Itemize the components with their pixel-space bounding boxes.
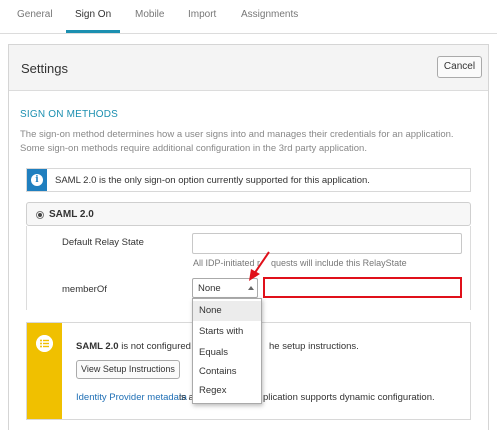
relay-state-hint: All IDP-initiated r quests will include t… bbox=[193, 258, 407, 268]
warning-bold-text: SAML 2.0 bbox=[76, 341, 119, 352]
saml-radio-button[interactable] bbox=[36, 211, 44, 219]
member-of-value-input[interactable] bbox=[263, 277, 462, 298]
member-of-dropdown-menu: None Starts with Equals Contains Regex bbox=[192, 298, 262, 404]
red-arrow-annotation bbox=[249, 251, 270, 281]
tab-general[interactable]: General bbox=[17, 9, 53, 20]
metadata-text-tail: plication supports dynamic configuration… bbox=[263, 392, 435, 403]
info-text: SAML 2.0 is the only sign-on option curr… bbox=[55, 175, 370, 186]
info-banner: i SAML 2.0 is the only sign-on option cu… bbox=[26, 168, 471, 192]
list-icon bbox=[36, 335, 53, 352]
tab-bar: General Sign On Mobile Import Assignment… bbox=[0, 0, 497, 34]
tab-sign-on[interactable]: Sign On bbox=[75, 9, 111, 20]
dropdown-option-none[interactable]: None bbox=[193, 301, 261, 321]
section-title: SIGN ON METHODS bbox=[20, 109, 119, 120]
tab-assignments[interactable]: Assignments bbox=[241, 9, 298, 20]
panel-header: Settings Cancel bbox=[9, 45, 488, 91]
info-icon-bar: i bbox=[27, 169, 47, 191]
saml-method-label: SAML 2.0 bbox=[49, 209, 94, 220]
tab-mobile[interactable]: Mobile bbox=[135, 9, 164, 20]
relay-hint-part-b: quests will include this RelayState bbox=[271, 258, 407, 268]
dropdown-option-starts-with[interactable]: Starts with bbox=[193, 322, 261, 342]
caret-up-icon bbox=[248, 286, 254, 290]
section-description: The sign-on method determines how a user… bbox=[20, 129, 454, 154]
member-of-selected-value: None bbox=[198, 283, 221, 294]
cancel-button[interactable]: Cancel bbox=[437, 56, 482, 78]
warning-icon-bar bbox=[27, 323, 62, 419]
view-setup-instructions-button[interactable]: View Setup Instructions bbox=[76, 360, 180, 379]
identity-provider-metadata-link[interactable]: Identity Provider metadata bbox=[76, 392, 187, 403]
saml-method-option[interactable]: SAML 2.0 bbox=[26, 202, 471, 226]
relay-state-input[interactable] bbox=[192, 233, 462, 254]
active-tab-indicator bbox=[66, 30, 120, 33]
member-of-label: memberOf bbox=[62, 284, 107, 295]
dropdown-option-contains[interactable]: Contains bbox=[193, 362, 261, 382]
dropdown-option-equals[interactable]: Equals bbox=[193, 343, 261, 363]
dropdown-option-regex[interactable]: Regex bbox=[193, 381, 261, 401]
warning-message-tail: he setup instructions. bbox=[269, 341, 359, 352]
warning-message: SAML 2.0 is not configured unt bbox=[76, 341, 207, 352]
tab-import[interactable]: Import bbox=[188, 9, 216, 20]
relay-state-label: Default Relay State bbox=[62, 237, 144, 248]
info-icon: i bbox=[31, 174, 43, 186]
panel-title: Settings bbox=[21, 61, 68, 76]
